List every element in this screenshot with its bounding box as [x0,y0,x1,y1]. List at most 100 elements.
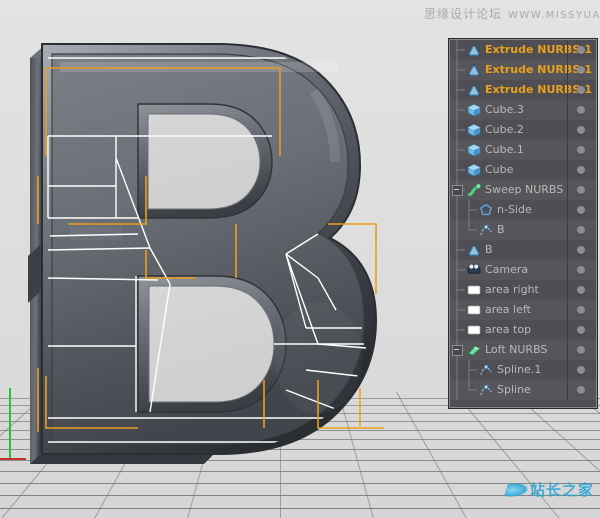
extrude-nurbs-icon[interactable] [467,63,481,77]
object-row[interactable]: Spline [450,380,596,400]
object-row[interactable]: Cube [450,160,596,180]
object-manager-panel[interactable]: Extrude NURBS.1Extrude NURBS.1Extrude NU… [448,38,598,409]
visibility-toggle-column[interactable] [567,380,596,400]
object-name-label[interactable]: B [497,220,505,240]
n-side-icon[interactable] [479,203,493,217]
cube-icon[interactable] [467,123,481,137]
visibility-dot-icon[interactable] [577,186,585,194]
object-list[interactable]: Extrude NURBS.1Extrude NURBS.1Extrude NU… [450,40,596,400]
visibility-toggle-column[interactable] [567,200,596,220]
spline-icon[interactable] [479,383,493,397]
visibility-dot-icon[interactable] [577,166,585,174]
object-row[interactable]: n-Side [450,200,596,220]
object-row[interactable]: Camera [450,260,596,280]
app-root: 思缘设计论坛 WWW.MISSYUAN.COM 站长之家 Extrude NURB… [0,0,600,518]
visibility-dot-icon[interactable] [577,326,585,334]
watermark-bottom-cn: 站长之家 [530,481,594,499]
area-light-icon[interactable] [467,303,481,317]
visibility-dot-icon[interactable] [577,306,585,314]
loft-nurbs-icon[interactable] [467,343,481,357]
expand-collapse-toggle[interactable] [452,345,463,356]
expand-collapse-toggle[interactable] [452,185,463,196]
spline-icon[interactable] [479,223,493,237]
camera-icon[interactable] [467,263,481,277]
visibility-toggle-column[interactable] [567,60,596,80]
visibility-dot-icon[interactable] [577,246,585,254]
object-row[interactable]: Extrude NURBS.1 [450,40,596,60]
extrude-nurbs-icon[interactable] [467,43,481,57]
swoosh-icon [504,483,531,497]
visibility-toggle-column[interactable] [567,340,596,360]
visibility-toggle-column[interactable] [567,360,596,380]
cube-icon[interactable] [467,163,481,177]
sweep-nurbs-icon[interactable] [467,183,481,197]
area-light-icon[interactable] [467,323,481,337]
object-row[interactable]: area top [450,320,596,340]
visibility-dot-icon[interactable] [577,46,585,54]
visibility-dot-icon[interactable] [577,146,585,154]
spline-icon[interactable] [479,363,493,377]
object-row[interactable]: Cube.3 [450,100,596,120]
visibility-toggle-column[interactable] [567,300,596,320]
watermark-bottom: 站长之家 [506,479,594,500]
visibility-dot-icon[interactable] [577,206,585,214]
cube-icon[interactable] [467,143,481,157]
object-name-label[interactable]: Spline.1 [497,360,541,380]
visibility-dot-icon[interactable] [577,126,585,134]
watermark-top-cn: 思缘设计论坛 [424,7,502,21]
object-row[interactable]: area left [450,300,596,320]
visibility-toggle-column[interactable] [567,280,596,300]
object-row[interactable]: Spline.1 [450,360,596,380]
visibility-dot-icon[interactable] [577,226,585,234]
visibility-toggle-column[interactable] [567,100,596,120]
object-row[interactable]: area right [450,280,596,300]
visibility-dot-icon[interactable] [577,346,585,354]
object-name-label[interactable]: B [485,240,493,260]
visibility-toggle-column[interactable] [567,120,596,140]
object-name-label[interactable]: area top [485,320,531,340]
object-row[interactable]: Cube.1 [450,140,596,160]
visibility-dot-icon[interactable] [577,266,585,274]
extrude-nurbs-icon[interactable] [467,83,481,97]
visibility-dot-icon[interactable] [577,286,585,294]
area-light-icon[interactable] [467,283,481,297]
object-name-label[interactable]: area right [485,280,539,300]
object-row[interactable]: B [450,240,596,260]
visibility-toggle-column[interactable] [567,160,596,180]
object-name-label[interactable]: Cube [485,160,513,180]
visibility-toggle-column[interactable] [567,220,596,240]
visibility-toggle-column[interactable] [567,180,596,200]
object-name-label[interactable]: Cube.3 [485,100,524,120]
object-row[interactable]: Extrude NURBS.1 [450,80,596,100]
extrude-nurbs-icon[interactable] [467,243,481,257]
object-name-label[interactable]: Camera [485,260,528,280]
visibility-dot-icon[interactable] [577,366,585,374]
letter-b-3d-object[interactable] [18,28,438,480]
visibility-toggle-column[interactable] [567,240,596,260]
object-row[interactable]: Cube.2 [450,120,596,140]
visibility-toggle-column[interactable] [567,140,596,160]
object-row[interactable]: B [450,220,596,240]
object-row[interactable]: Sweep NURBS [450,180,596,200]
object-row[interactable]: Extrude NURBS.1 [450,60,596,80]
object-name-label[interactable]: area left [485,300,531,320]
visibility-toggle-column[interactable] [567,40,596,60]
object-name-label[interactable]: Spline [497,380,531,400]
watermark-top: 思缘设计论坛 WWW.MISSYUAN.COM [424,5,600,23]
cube-icon[interactable] [467,103,481,117]
watermark-top-url: WWW.MISSYUAN.COM [508,10,600,21]
object-name-label[interactable]: Cube.1 [485,140,524,160]
visibility-toggle-column[interactable] [567,260,596,280]
axis-y-green [9,388,11,460]
visibility-toggle-column[interactable] [567,80,596,100]
visibility-dot-icon[interactable] [577,86,585,94]
object-name-label[interactable]: Loft NURBS [485,340,547,360]
object-name-label[interactable]: Sweep NURBS [485,180,563,200]
object-name-label[interactable]: n-Side [497,200,532,220]
object-row[interactable]: Loft NURBS [450,340,596,360]
visibility-toggle-column[interactable] [567,320,596,340]
object-name-label[interactable]: Cube.2 [485,120,524,140]
visibility-dot-icon[interactable] [577,106,585,114]
visibility-dot-icon[interactable] [577,386,585,394]
visibility-dot-icon[interactable] [577,66,585,74]
